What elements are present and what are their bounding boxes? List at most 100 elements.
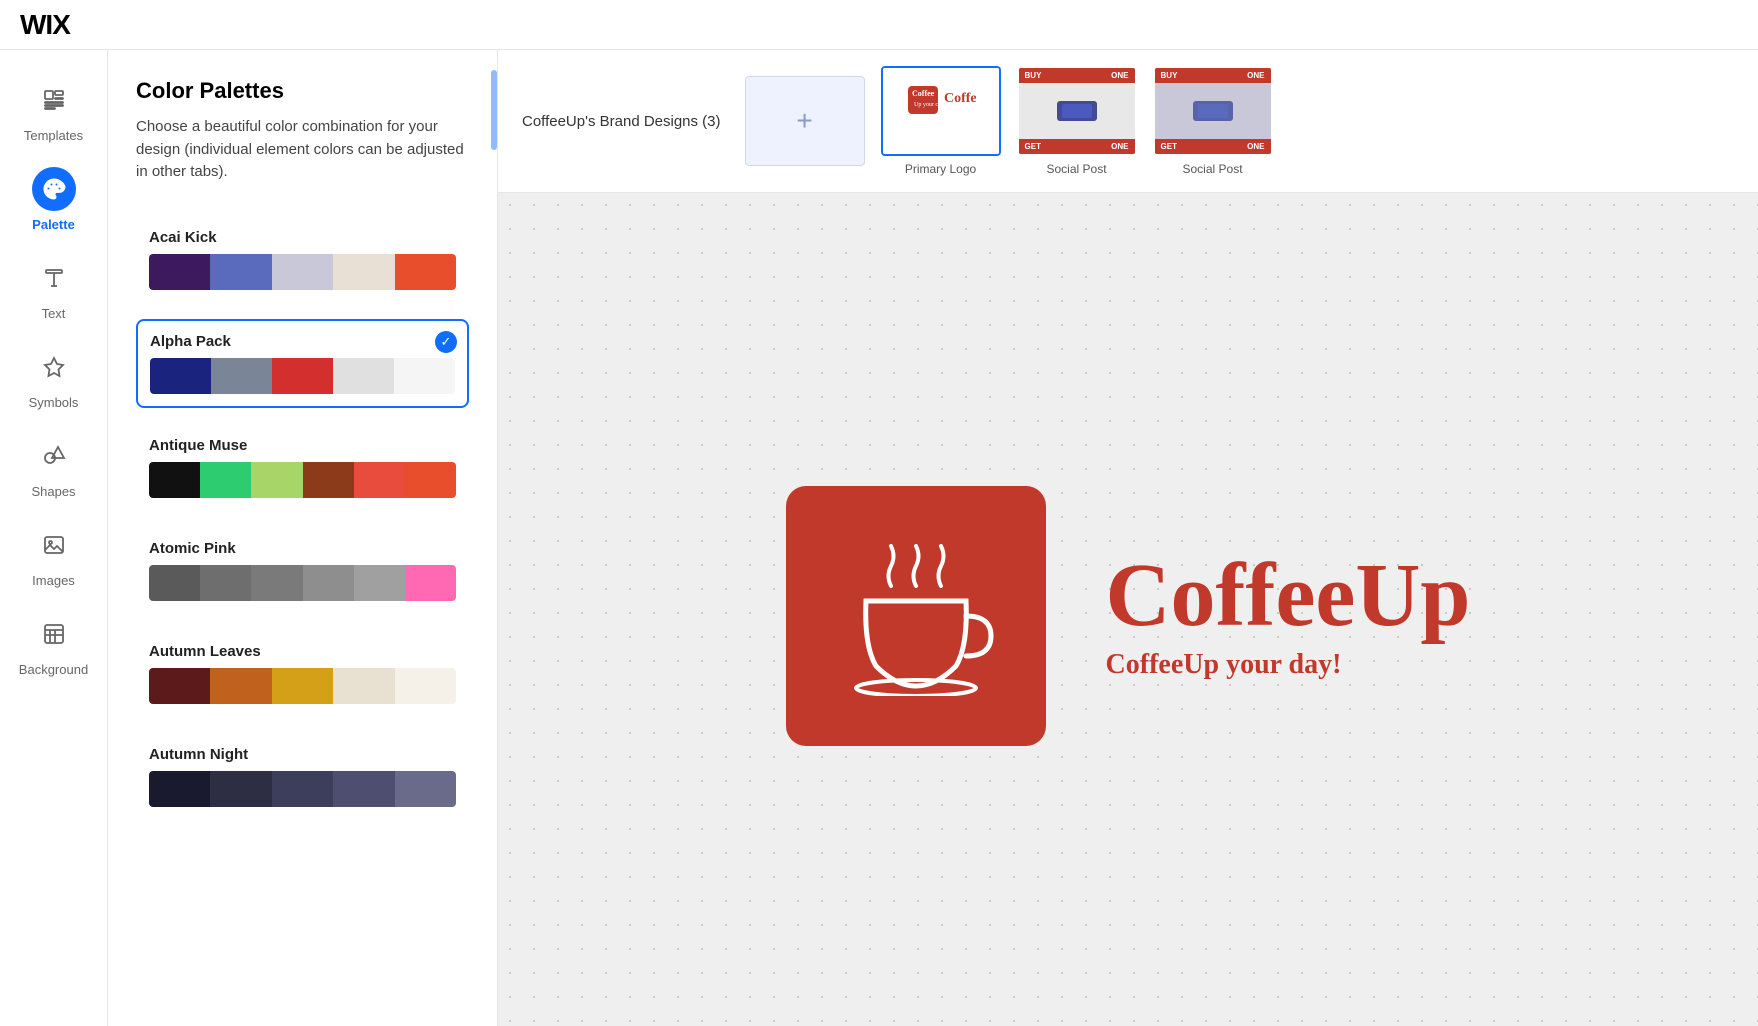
swatch bbox=[333, 668, 394, 704]
logo-thumb-bg: Coffee Up your cup CoffeeUp bbox=[883, 68, 999, 154]
palette-icon bbox=[42, 177, 66, 201]
wix-logo: WIX bbox=[20, 9, 70, 41]
sidebar: Templates Palette Text Symbols bbox=[0, 50, 108, 1026]
swatch bbox=[272, 771, 333, 807]
swatch bbox=[395, 254, 456, 290]
shapes-icon-wrap bbox=[32, 434, 76, 478]
swatch bbox=[200, 462, 251, 498]
spt-bot-2: GETONE bbox=[1155, 139, 1271, 154]
sidebar-label-images: Images bbox=[32, 573, 75, 588]
sidebar-label-templates: Templates bbox=[24, 128, 83, 143]
brand-strip: CoffeeUp's Brand Designs (3) + Coffee Up… bbox=[498, 50, 1758, 193]
scrollbar-thumb[interactable] bbox=[491, 70, 497, 150]
background-icon-wrap bbox=[32, 612, 76, 656]
swatch bbox=[333, 358, 394, 394]
social-post-1-content: BUYONE GETONE bbox=[1019, 68, 1135, 154]
swatches-atomic-pink bbox=[149, 565, 456, 601]
swatch bbox=[272, 358, 333, 394]
swatch bbox=[303, 565, 354, 601]
spt-top-2: BUYONE bbox=[1155, 68, 1271, 83]
spt-mid-2 bbox=[1155, 83, 1271, 139]
primary-logo-thumb[interactable]: Coffee Up your cup CoffeeUp bbox=[881, 66, 1001, 156]
product-icon bbox=[1052, 96, 1102, 126]
palette-name-atomic-pink: Atomic Pink bbox=[149, 540, 456, 557]
logo-preview-box bbox=[786, 486, 1046, 746]
sidebar-item-templates[interactable]: Templates bbox=[0, 66, 107, 155]
spt-bot: GETONE bbox=[1019, 139, 1135, 154]
panel-description: Choose a beautiful color combination for… bbox=[136, 116, 469, 184]
sidebar-item-background[interactable]: Background bbox=[0, 600, 107, 689]
social-post-1-wrapper: BUYONE GETONE Social Post bbox=[1017, 66, 1137, 176]
svg-text:Up your cup: Up your cup bbox=[914, 102, 944, 108]
plus-icon: + bbox=[796, 105, 812, 137]
primary-logo-wrapper: Coffee Up your cup CoffeeUp Primary Logo bbox=[881, 66, 1001, 176]
sidebar-item-text[interactable]: Text bbox=[0, 244, 107, 333]
panel-header: Color Palettes Choose a beautiful color … bbox=[108, 50, 497, 200]
spt-top: BUYONE bbox=[1019, 68, 1135, 83]
social-post-1-thumb[interactable]: BUYONE GETONE bbox=[1017, 66, 1137, 156]
sidebar-label-background: Background bbox=[19, 662, 88, 677]
text-icon bbox=[42, 266, 66, 290]
brand-strip-title: CoffeeUp's Brand Designs (3) bbox=[522, 113, 721, 130]
swatch bbox=[149, 254, 210, 290]
add-new-wrapper: + bbox=[745, 76, 865, 166]
add-new-thumb[interactable]: + bbox=[745, 76, 865, 166]
swatch bbox=[211, 358, 272, 394]
palette-alpha-pack[interactable]: ✓ Alpha Pack bbox=[136, 319, 469, 408]
palette-name-acai-kick: Acai Kick bbox=[149, 229, 456, 246]
primary-logo-label: Primary Logo bbox=[881, 162, 1001, 176]
swatch bbox=[150, 358, 211, 394]
social-post-2-thumb[interactable]: BUYONE GETONE bbox=[1153, 66, 1273, 156]
text-icon-wrap bbox=[32, 256, 76, 300]
spt-mid bbox=[1019, 83, 1135, 139]
templates-icon-wrap bbox=[32, 78, 76, 122]
swatch bbox=[394, 358, 455, 394]
svg-text:CoffeeUp: CoffeeUp bbox=[944, 91, 976, 106]
logo-text-area: CoffeeUp CoffeeUp your day! bbox=[1106, 551, 1471, 681]
swatch bbox=[210, 771, 271, 807]
social-post-2-label: Social Post bbox=[1153, 162, 1273, 176]
sidebar-item-images[interactable]: Images bbox=[0, 511, 107, 600]
swatch bbox=[405, 462, 456, 498]
swatch bbox=[200, 565, 251, 601]
swatch bbox=[272, 668, 333, 704]
canvas-area: CoffeeUp CoffeeUp your day! bbox=[498, 193, 1758, 1026]
palette-name-autumn-leaves: Autumn Leaves bbox=[149, 643, 456, 660]
swatches-alpha-pack bbox=[150, 358, 455, 394]
swatch bbox=[354, 565, 405, 601]
swatch bbox=[354, 462, 405, 498]
swatch bbox=[251, 462, 302, 498]
color-palettes-panel: Color Palettes Choose a beautiful color … bbox=[108, 50, 498, 1026]
svg-text:Coffee: Coffee bbox=[912, 89, 935, 98]
logo-mini-preview: Coffee Up your cup CoffeeUp bbox=[906, 84, 976, 139]
sidebar-item-symbols[interactable]: Symbols bbox=[0, 333, 107, 422]
sidebar-label-palette: Palette bbox=[32, 217, 75, 232]
palette-autumn-leaves[interactable]: Autumn Leaves bbox=[136, 630, 469, 717]
swatch bbox=[395, 771, 456, 807]
swatch bbox=[149, 565, 200, 601]
top-bar: WIX bbox=[0, 0, 1758, 50]
symbols-icon-wrap bbox=[32, 345, 76, 389]
brand-tagline: CoffeeUp your day! bbox=[1106, 649, 1471, 681]
sidebar-item-palette[interactable]: Palette bbox=[0, 155, 107, 244]
palette-autumn-night[interactable]: Autumn Night bbox=[136, 733, 469, 820]
social-post-2-content: BUYONE GETONE bbox=[1155, 68, 1271, 154]
swatch bbox=[405, 565, 456, 601]
swatch bbox=[210, 254, 271, 290]
scrollbar[interactable] bbox=[491, 50, 497, 1026]
palette-acai-kick[interactable]: Acai Kick bbox=[136, 216, 469, 303]
images-icon bbox=[42, 533, 66, 557]
sidebar-label-shapes: Shapes bbox=[31, 484, 75, 499]
images-icon-wrap bbox=[32, 523, 76, 567]
palette-atomic-pink[interactable]: Atomic Pink bbox=[136, 527, 469, 614]
palette-icon-wrap bbox=[32, 167, 76, 211]
sidebar-label-text: Text bbox=[42, 306, 66, 321]
palette-name-antique-muse: Antique Muse bbox=[149, 437, 456, 454]
palette-antique-muse[interactable]: Antique Muse bbox=[136, 424, 469, 511]
product-icon-2 bbox=[1188, 96, 1238, 126]
sidebar-item-shapes[interactable]: Shapes bbox=[0, 422, 107, 511]
shapes-icon bbox=[42, 444, 66, 468]
swatch bbox=[210, 668, 271, 704]
swatch bbox=[395, 668, 456, 704]
swatches-autumn-night bbox=[149, 771, 456, 807]
